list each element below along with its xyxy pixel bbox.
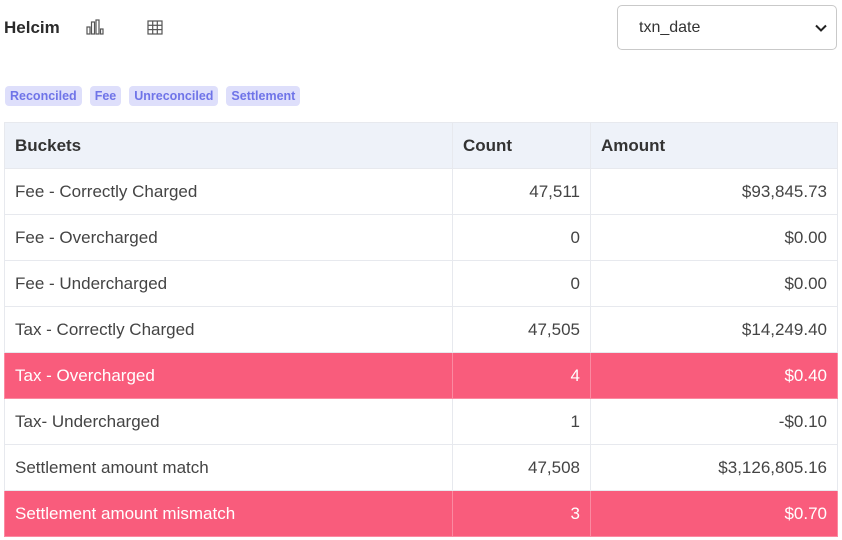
filter-tags: Reconciled Fee Unreconciled Settlement [5, 86, 301, 106]
buckets-table: Buckets Count Amount Fee - Correctly Cha… [4, 122, 838, 537]
amount-cell: $0.70 [590, 490, 838, 537]
amount-cell: $93,845.73 [590, 168, 838, 215]
table-view-button[interactable] [143, 14, 167, 40]
table-row: Fee - Correctly Charged 47,511 $93,845.7… [4, 168, 838, 215]
count-cell: 47,511 [452, 168, 591, 215]
count-cell: 0 [452, 214, 591, 261]
date-field-select-value: txn_date [639, 18, 701, 36]
tag-unreconciled[interactable]: Unreconciled [129, 86, 219, 106]
toolbar: Helcim txn_date [0, 0, 842, 60]
table-header-row: Buckets Count Amount [4, 122, 838, 169]
tag-fee[interactable]: Fee [89, 86, 122, 106]
bucket-cell: Fee - Undercharged [4, 260, 453, 307]
tag-settlement[interactable]: Settlement [226, 86, 301, 106]
date-field-select[interactable]: txn_date [617, 5, 837, 50]
amount-cell: $0.40 [590, 352, 838, 399]
table-row: Settlement amount mismatch 3 $0.70 [4, 490, 838, 537]
bucket-cell: Settlement amount mismatch [4, 490, 453, 537]
column-header-amount[interactable]: Amount [590, 122, 838, 169]
table-row: Fee - Undercharged 0 $0.00 [4, 260, 838, 307]
chart-view-button[interactable] [83, 14, 107, 40]
bucket-cell: Fee - Correctly Charged [4, 168, 453, 215]
chevron-down-icon [815, 24, 827, 32]
bar-chart-icon [86, 19, 104, 35]
column-header-buckets[interactable]: Buckets [4, 122, 453, 169]
bucket-cell: Settlement amount match [4, 444, 453, 491]
amount-cell: $3,126,805.16 [590, 444, 838, 491]
bucket-cell: Tax- Undercharged [4, 398, 453, 445]
count-cell: 1 [452, 398, 591, 445]
column-header-count[interactable]: Count [452, 122, 591, 169]
table-row: Tax - Correctly Charged 47,505 $14,249.4… [4, 306, 838, 353]
brand-title: Helcim [4, 18, 60, 37]
bucket-cell: Tax - Correctly Charged [4, 306, 453, 353]
count-cell: 47,508 [452, 444, 591, 491]
tag-reconciled[interactable]: Reconciled [5, 86, 82, 106]
amount-cell: $14,249.40 [590, 306, 838, 353]
count-cell: 3 [452, 490, 591, 537]
amount-cell: -$0.10 [590, 398, 838, 445]
amount-cell: $0.00 [590, 214, 838, 261]
count-cell: 4 [452, 352, 591, 399]
bucket-cell: Fee - Overcharged [4, 214, 453, 261]
count-cell: 47,505 [452, 306, 591, 353]
table-row: Tax - Overcharged 4 $0.40 [4, 352, 838, 399]
table-grid-icon [147, 19, 163, 35]
table-row: Tax- Undercharged 1 -$0.10 [4, 398, 838, 445]
bucket-cell: Tax - Overcharged [4, 352, 453, 399]
amount-cell: $0.00 [590, 260, 838, 307]
table-row: Settlement amount match 47,508 $3,126,80… [4, 444, 838, 491]
count-cell: 0 [452, 260, 591, 307]
table-row: Fee - Overcharged 0 $0.00 [4, 214, 838, 261]
